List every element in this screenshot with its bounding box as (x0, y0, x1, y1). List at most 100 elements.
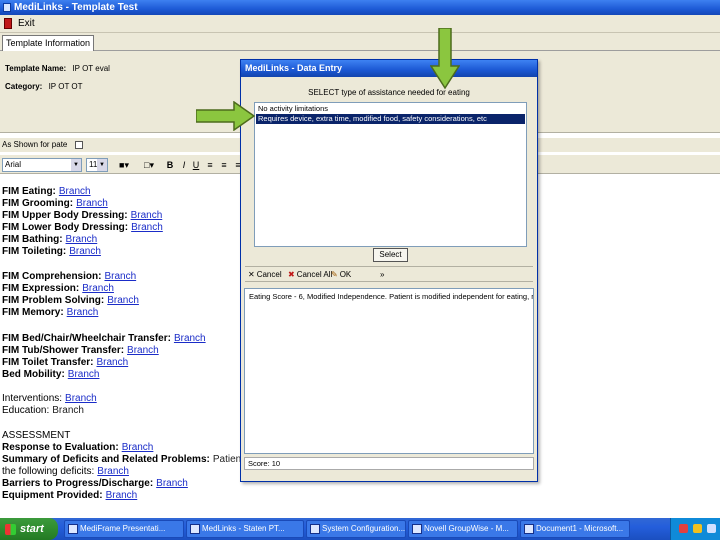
arrow-right-icon (196, 101, 256, 131)
window-title: MediLinks - Template Test (14, 2, 138, 13)
align-center-icon[interactable]: ≡ (217, 158, 231, 172)
field-label: Barriers to Progress/Discharge: (2, 478, 154, 489)
doc-line: FIM Lower Body Dressing: Branch (2, 222, 163, 233)
dialog-toolbar: ✕ Cancel ✖ Cancel All ✎ OK » (245, 266, 533, 282)
branch-link[interactable]: Branch (106, 490, 138, 501)
branch-link[interactable]: Branch (76, 198, 108, 209)
menu-exit[interactable]: Exit (18, 18, 35, 29)
list-item[interactable]: No activity limitations (256, 104, 525, 114)
branch-link[interactable]: Branch (107, 295, 139, 306)
narrative-textarea[interactable]: Eating Score - 6, Modified Independence.… (244, 288, 534, 454)
branch-link[interactable]: Branch (131, 210, 163, 221)
taskbar-item-label: System Configuration... (322, 524, 406, 533)
expand-icon[interactable]: » (380, 267, 384, 283)
template-name-label: Template Name: (5, 64, 67, 73)
branch-link[interactable]: Branch (97, 357, 129, 368)
cancel-all-button[interactable]: ✖ Cancel All (288, 267, 332, 283)
taskbar-item[interactable]: Document1 - Microsoft... (520, 520, 630, 538)
taskbar-item[interactable]: System Configuration... (306, 520, 406, 538)
cancel-all-label: Cancel All (296, 270, 333, 279)
doc-line: Education: Branch (2, 405, 84, 416)
field-label: FIM Bathing: (2, 234, 63, 245)
doc-line: the following deficits: Branch (2, 466, 129, 477)
branch-link[interactable]: Branch (82, 283, 114, 294)
size-select[interactable]: 11 ▼ (86, 158, 108, 172)
highlight-button[interactable]: □▾ (138, 158, 160, 172)
ok-label: OK (339, 270, 352, 279)
taskbar-item[interactable]: Novell GroupWise - M... (408, 520, 518, 538)
branch-link[interactable]: Branch (97, 466, 129, 477)
field-label: Summary of Deficits and Related Problems… (2, 454, 210, 465)
windows-logo-icon (5, 524, 16, 535)
app-icon (68, 524, 78, 534)
branch-link[interactable]: Branch (52, 405, 84, 416)
doc-line: FIM Problem Solving: Branch (2, 295, 139, 306)
app-icon (3, 3, 11, 12)
exit-icon[interactable] (4, 18, 12, 29)
branch-link[interactable]: Branch (66, 234, 98, 245)
app-icon (412, 524, 422, 534)
start-button[interactable]: start (0, 518, 58, 540)
options-list[interactable]: No activity limitations Requires device,… (254, 102, 527, 247)
dialog-titlebar: MediLinks - Data Entry (241, 60, 537, 77)
font-select[interactable]: Arial ▼ (2, 158, 82, 172)
taskbar-item-label: Novell GroupWise - M... (424, 524, 509, 533)
branch-link[interactable]: Branch (67, 307, 99, 318)
taskbar-item[interactable]: MedLinks - Staten PT... (186, 520, 304, 538)
branch-link[interactable]: Branch (65, 393, 97, 404)
field-label: FIM Comprehension: (2, 271, 102, 282)
show-for-pate-checkbox[interactable] (74, 140, 83, 149)
branch-link[interactable]: Branch (131, 222, 163, 233)
doc-line: FIM Bed/Chair/Wheelchair Transfer: Branch (2, 333, 206, 344)
branch-link[interactable]: Branch (122, 442, 154, 453)
field-label: FIM Lower Body Dressing: (2, 222, 129, 233)
tray-volume-icon[interactable] (707, 524, 716, 533)
dialog-prompt: SELECT type of assistance needed for eat… (308, 88, 470, 97)
field-label: FIM Problem Solving: (2, 295, 105, 306)
list-item-selected[interactable]: Requires device, extra time, modified fo… (256, 114, 525, 124)
doc-line: Interventions: Branch (2, 393, 97, 404)
doc-line: FIM Eating: Branch (2, 186, 91, 197)
cancel-icon: ✕ (248, 270, 255, 279)
field-label: Interventions: (2, 393, 63, 404)
select-button[interactable]: Select (373, 248, 408, 262)
close-icon: ✖ (288, 270, 295, 279)
align-left-icon[interactable]: ≡ (203, 158, 217, 172)
text-color-button[interactable]: ■▾ (112, 158, 136, 172)
doc-line: FIM Upper Body Dressing: Branch (2, 210, 162, 221)
branch-link[interactable]: Branch (59, 186, 91, 197)
bold-button[interactable]: B (163, 158, 177, 172)
branch-link[interactable]: Branch (68, 369, 100, 380)
field-label: Response to Evaluation: (2, 442, 119, 453)
category-row: Category: IP OT OT (5, 82, 83, 91)
template-name-value[interactable]: IP OT eval (72, 64, 110, 73)
field-label: FIM Toilet Transfer: (2, 357, 94, 368)
doc-line: Equipment Provided: Branch (2, 490, 137, 501)
pencil-icon: ✎ (331, 270, 338, 279)
tab-template-information[interactable]: Template Information (2, 35, 95, 51)
underline-button[interactable]: U (189, 158, 203, 172)
branch-link[interactable]: Branch (174, 333, 206, 344)
field-label: FIM Tub/Shower Transfer: (2, 345, 125, 356)
branch-link[interactable]: Branch (104, 271, 136, 282)
taskbar-item[interactable]: MediFrame Presentati... (64, 520, 184, 538)
data-entry-dialog: MediLinks - Data Entry SELECT type of as… (240, 59, 538, 482)
category-label: Category: (5, 82, 43, 91)
tray-network-icon[interactable] (693, 524, 702, 533)
cancel-button[interactable]: ✕ Cancel (248, 267, 282, 283)
window-titlebar: MediLinks - Template Test (0, 0, 720, 15)
category-value[interactable]: IP OT OT (49, 82, 83, 91)
ok-button[interactable]: ✎ OK (331, 267, 351, 283)
doc-line: Bed Mobility: Branch (2, 369, 99, 380)
app-icon (310, 524, 320, 534)
doc-line: FIM Memory: Branch (2, 307, 98, 318)
doc-line: FIM Toilet Transfer: Branch (2, 357, 128, 368)
branch-link[interactable]: Branch (69, 246, 101, 257)
doc-line: Barriers to Progress/Discharge: Branch (2, 478, 188, 489)
field-label: Equipment Provided: (2, 490, 103, 501)
branch-link[interactable]: Branch (156, 478, 188, 489)
taskbar: start MediFrame Presentati... MedLinks -… (0, 518, 720, 540)
tray-alert-icon[interactable] (679, 524, 688, 533)
field-label: Education: (2, 405, 50, 416)
branch-link[interactable]: Branch (127, 345, 159, 356)
